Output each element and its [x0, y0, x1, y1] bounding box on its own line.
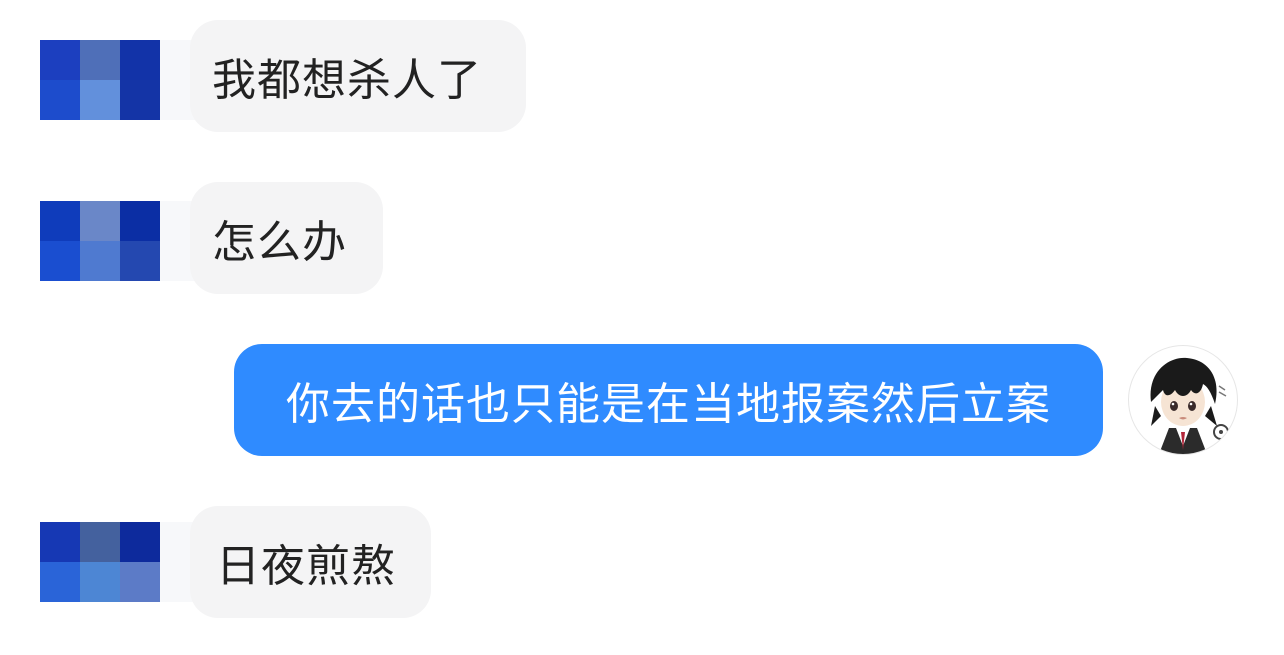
avatar-pixel [120, 80, 160, 120]
avatar-pixel [80, 562, 120, 602]
avatar-pixel [40, 241, 80, 281]
message-row-incoming: 日夜煎熬 [0, 490, 1284, 655]
avatar-pixel [40, 522, 80, 562]
avatar[interactable] [40, 522, 160, 602]
avatar-pixel [120, 201, 160, 241]
avatar-pixel [40, 562, 80, 602]
avatar-pixel [80, 241, 120, 281]
message-row-outgoing: 你去的话也只能是在当地报案然后立案 [0, 320, 1284, 490]
avatar[interactable] [40, 40, 160, 120]
message-bubble-incoming[interactable]: 怎么办 [190, 182, 383, 294]
avatar-pixel [120, 241, 160, 281]
avatar-pixel [80, 522, 120, 562]
message-bubble-incoming[interactable]: 日夜煎熬 [190, 506, 431, 618]
avatar-pixel [40, 201, 80, 241]
message-bubble-incoming[interactable]: 我都想杀人了 [190, 20, 526, 132]
avatar-pixel [120, 40, 160, 80]
avatar-pixel [80, 201, 120, 241]
message-bubble-outgoing[interactable]: 你去的话也只能是在当地报案然后立案 [234, 344, 1103, 456]
message-row-incoming: 我都想杀人了 [0, 0, 1284, 150]
avatar-pixel [80, 80, 120, 120]
avatar-pixel [40, 80, 80, 120]
message-row-incoming: 怎么办 [0, 150, 1284, 320]
avatar[interactable] [40, 201, 160, 281]
anime-boy-avatar-icon[interactable] [1128, 345, 1238, 455]
avatar-pixel [120, 562, 160, 602]
avatar-pixel [80, 40, 120, 80]
avatar-pixel [40, 40, 80, 80]
avatar-pixel [120, 522, 160, 562]
